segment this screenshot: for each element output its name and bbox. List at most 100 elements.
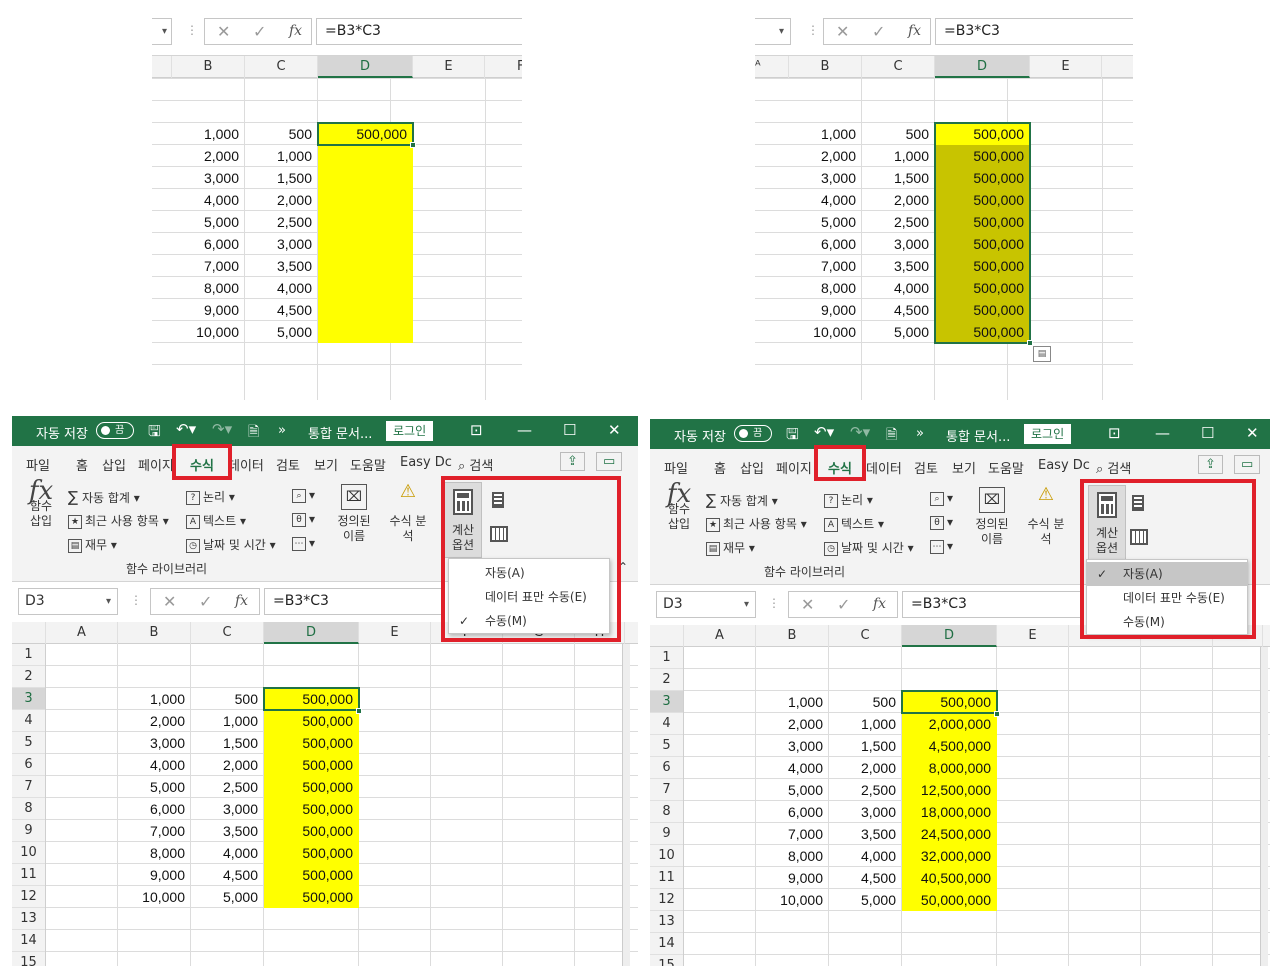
recent-button[interactable]: ★ 최근 사용 항목 ▾ [706,515,807,532]
defined-names-button[interactable]: ⌧ 정의된 이름 [972,487,1012,547]
insert-function-button[interactable]: fx 함수 삽입 [26,478,56,529]
cell-c[interactable]: 3,500 [245,255,318,277]
formula-input[interactable]: =B3*C3 [264,588,444,615]
cell-b[interactable]: 2,000 [789,145,862,167]
cell-c[interactable]: 5,000 [829,889,902,911]
cell-b[interactable]: 3,000 [172,167,245,189]
print-preview-icon[interactable]: 🗎 [886,424,897,448]
finance-button[interactable]: ▤ 재무 ▾ [706,539,755,556]
autosum-button[interactable]: ∑ 자동 합계 ▾ [706,491,778,509]
share-icon[interactable]: ⇪ [1198,455,1223,474]
fill-handle[interactable] [1027,340,1033,346]
cell-c[interactable]: 3,500 [829,823,902,845]
row-header[interactable]: 11 [650,867,683,889]
row-header[interactable]: 13 [12,908,45,930]
tab-2[interactable]: 삽입 [740,458,764,477]
fill-handle[interactable] [994,711,1000,717]
cell-d[interactable] [318,277,413,299]
cell-b[interactable]: 3,000 [756,735,829,757]
tab-3[interactable]: 페이지 [776,458,812,477]
cancel-icon[interactable]: ✕ [217,22,230,41]
cell-c[interactable]: 4,500 [191,864,264,886]
undo-icon[interactable]: ↶▾ [176,420,196,438]
cell-d[interactable]: 500,000 [264,886,359,908]
comments-icon[interactable]: ▭ [1234,455,1261,474]
more-functions-button[interactable]: ⋯ ▾ [930,539,953,554]
cell-b[interactable]: 8,000 [789,277,862,299]
row-header[interactable]: 4 [12,710,45,732]
cell-d[interactable]: 500,000 [264,842,359,864]
cell-d[interactable] [318,189,413,211]
cancel-icon[interactable]: ✕ [836,22,849,41]
autosave-toggle[interactable]: 끔 [96,422,134,439]
row-header[interactable]: 2 [12,666,45,688]
cell-d[interactable]: 500,000 [264,732,359,754]
formula-audit-button[interactable]: ⚠ 수식 분 석 [1024,486,1068,547]
cell-d[interactable]: 500,000 [264,776,359,798]
cell-d[interactable]: 4,500,000 [902,735,997,757]
cell-b[interactable]: 3,000 [789,167,862,189]
col-header-d[interactable]: D [318,56,413,78]
row-header[interactable]: 12 [12,886,45,908]
cell-c[interactable]: 1,000 [829,713,902,735]
cell-d[interactable]: 500,000 [264,710,359,732]
row-header[interactable]: 14 [12,930,45,952]
cell-d[interactable]: 12,500,000 [902,779,997,801]
logic-button[interactable]: ? 논리 ▾ [824,491,873,508]
row-header[interactable]: 1 [650,647,683,669]
save-icon[interactable]: 🖫 [786,424,799,449]
tab-7[interactable]: 보기 [952,458,976,477]
lookup-button[interactable]: ⌕ ▾ [930,491,953,506]
cell-d[interactable]: 500,000 [264,864,359,886]
cell-d[interactable]: 500,000 [264,798,359,820]
cell-b[interactable]: 7,000 [172,255,245,277]
row-header[interactable]: 10 [650,845,683,867]
tab-8[interactable]: 도움말 [350,455,386,474]
close-icon[interactable]: ✕ [1246,424,1259,442]
tab-9[interactable]: Easy Dc [1038,458,1090,473]
insert-function-icon[interactable]: fx [289,23,302,39]
cell-b[interactable]: 1,000 [118,688,191,710]
cell-b[interactable]: 9,000 [756,867,829,889]
cell-c[interactable]: 1,500 [245,167,318,189]
cell-c[interactable]: 4,000 [191,842,264,864]
cell-d[interactable]: 50,000,000 [902,889,997,911]
cell-b[interactable]: 9,000 [789,299,862,321]
login-button[interactable]: 로그인 [386,421,434,441]
cell-c[interactable]: 2,000 [829,757,902,779]
cell-d[interactable]: 32,000,000 [902,845,997,867]
ribbon-display-icon[interactable]: ⊡ [1108,424,1121,442]
cell-c[interactable]: 4,000 [245,277,318,299]
ribbon-display-icon[interactable]: ⊡ [470,421,483,439]
more-commands-icon[interactable]: » [916,426,924,441]
minimize-icon[interactable]: — [1155,424,1170,442]
tab-0[interactable]: 파일 [26,455,50,474]
lookup-button[interactable]: ⌕ ▾ [292,488,315,503]
insert-function-button[interactable]: fx 함수 삽입 [664,481,694,532]
more-commands-icon[interactable]: » [278,423,286,438]
cell-c[interactable]: 2,500 [245,211,318,233]
cell-c[interactable]: 2,500 [829,779,902,801]
math-button[interactable]: θ ▾ [930,515,953,530]
tab-7[interactable]: 보기 [314,455,338,474]
col-header-a-edge[interactable] [152,56,172,78]
col-header-c[interactable]: C [862,56,935,78]
tab-1[interactable]: 홈 [76,455,88,474]
cell-c[interactable]: 500 [245,123,318,145]
cancel-icon[interactable]: ✕ [163,592,176,611]
cell-d[interactable]: 500,000 [264,754,359,776]
row-header[interactable]: 11 [12,864,45,886]
col-header-b[interactable]: B [789,56,862,78]
cell-b[interactable]: 5,000 [118,776,191,798]
row-header[interactable]: 6 [650,757,683,779]
text-button[interactable]: A 텍스트 ▾ [186,512,246,529]
cell-c[interactable]: 1,000 [862,145,935,167]
cell-c[interactable]: 3,000 [829,801,902,823]
cell-b[interactable]: 3,000 [118,732,191,754]
cell-d[interactable] [318,321,413,343]
row-header[interactable]: 8 [650,801,683,823]
cell-c[interactable]: 1,500 [829,735,902,757]
cell-b[interactable]: 5,000 [172,211,245,233]
cell-c[interactable]: 3,500 [862,255,935,277]
col-header-c[interactable]: C [245,56,318,78]
